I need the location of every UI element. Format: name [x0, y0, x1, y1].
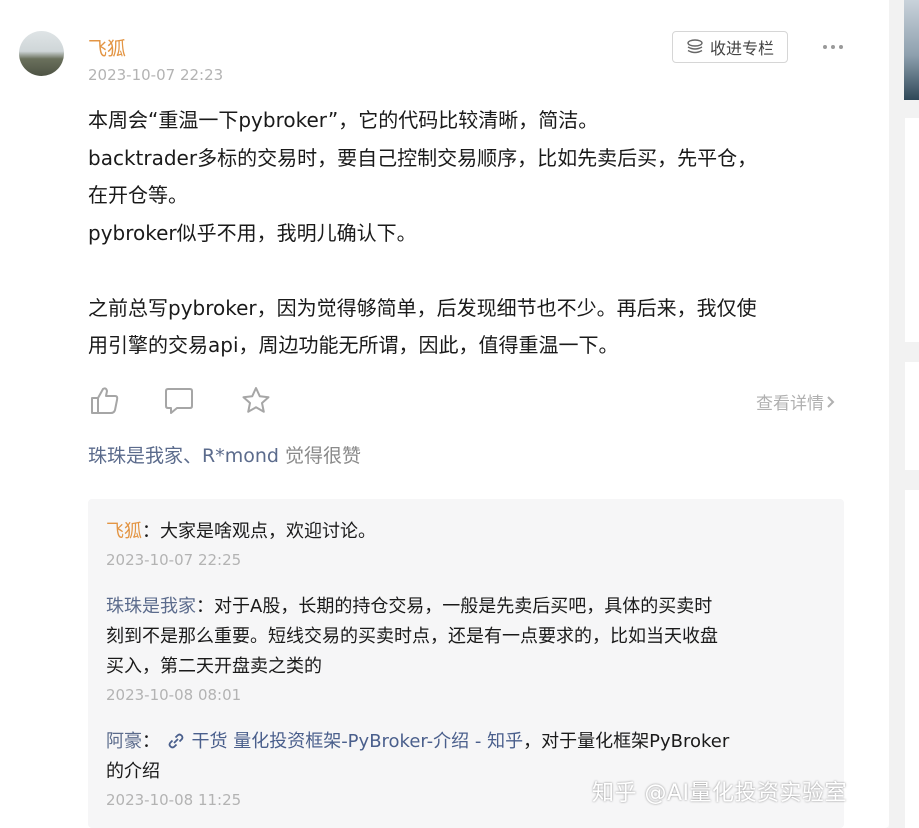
author-avatar[interactable]	[19, 31, 64, 76]
thumbs-up-icon[interactable]	[88, 384, 122, 418]
likes-summary: 珠珠是我家、R*mond 觉得很赞	[88, 441, 361, 468]
post-body: 本周会“重温一下pybroker”，它的代码比较清晰，简洁。 backtrade…	[88, 102, 848, 365]
comment-text: 大家是啥观点，欢迎讨论。	[160, 521, 376, 542]
author-name[interactable]: 飞狐	[88, 34, 126, 61]
side-panel	[905, 362, 919, 470]
comment-author[interactable]: 阿豪	[106, 731, 142, 752]
comment-time: 2023-10-08 08:01	[106, 686, 242, 704]
body-line: 用引擎的交易api，周边功能无所谓，因此，值得重温一下。	[88, 333, 619, 357]
body-line: backtrader多标的交易时，要自己控制交易顺序，比如先卖后买，先平仓，	[88, 145, 758, 170]
body-line: pybroker似乎不用，我明儿确认下。	[88, 220, 417, 245]
comment-text: 买入，第二天开盘卖之类的	[106, 656, 322, 677]
body-line: 本周会“重温一下pybroker”，它的代码比较清晰，简洁。	[88, 108, 599, 132]
comment-item: 飞狐：大家是啥观点，欢迎讨论。 2023-10-07 22:25	[106, 517, 826, 569]
comment-separator: ：	[142, 731, 160, 752]
comment-author[interactable]: 珠珠是我家	[106, 596, 196, 617]
star-icon[interactable]	[239, 384, 273, 418]
post-card: 飞狐 2023-10-07 22:23 收进专栏 本周会“重温一下pybroke…	[0, 0, 889, 828]
collect-to-column-button[interactable]: 收进专栏	[672, 31, 788, 63]
side-panel	[905, 118, 919, 342]
likers-names[interactable]: 珠珠是我家、R*mond	[88, 445, 279, 467]
collect-button-label: 收进专栏	[709, 39, 774, 58]
body-line: 在开仓等。	[88, 183, 188, 207]
comment-author[interactable]: 飞狐	[106, 521, 142, 542]
view-details-label: 查看详情	[756, 394, 824, 414]
comment-icon[interactable]	[162, 384, 196, 418]
side-panel	[905, 490, 919, 828]
body-line: 之前总写pybroker，因为觉得够简单，后发现细节也不少。再后来，我仅使	[88, 295, 757, 320]
comment-item: 珠珠是我家：对于A股，长期的持仓交易，一般是先卖后买吧，具体的买卖时 刻到不是那…	[106, 592, 826, 704]
side-column	[889, 0, 919, 828]
comment-text: 对于A股，长期的持仓交易，一般是先卖后买吧，具体的买卖时	[214, 596, 713, 617]
more-dots-icon[interactable]	[818, 36, 848, 58]
view-details-link[interactable]: 查看详情	[756, 389, 836, 414]
post-time: 2023-10-07 22:23	[88, 66, 224, 84]
comment-separator: ：	[142, 521, 160, 542]
comment-link[interactable]: 干货 量化投资框架-PyBroker-介绍 - 知乎	[191, 731, 523, 752]
likes-suffix: 觉得很赞	[278, 445, 361, 467]
body-blank-line	[88, 252, 848, 290]
chevron-right-icon	[827, 395, 835, 408]
comment-separator: ：	[196, 596, 214, 617]
comment-time: 2023-10-07 22:25	[106, 551, 242, 569]
link-icon	[168, 733, 184, 749]
watermark: 知乎 @AI量化投资实验室	[592, 781, 848, 806]
comment-text: ，对于量化框架PyBroker	[523, 731, 730, 752]
stack-icon	[687, 39, 703, 54]
side-image-thumbnail[interactable]	[904, 0, 919, 100]
comment-text: 刻到不是那么重要。短线交易的买卖时点，还是有一点要求的，比如当天收盘	[106, 626, 718, 647]
